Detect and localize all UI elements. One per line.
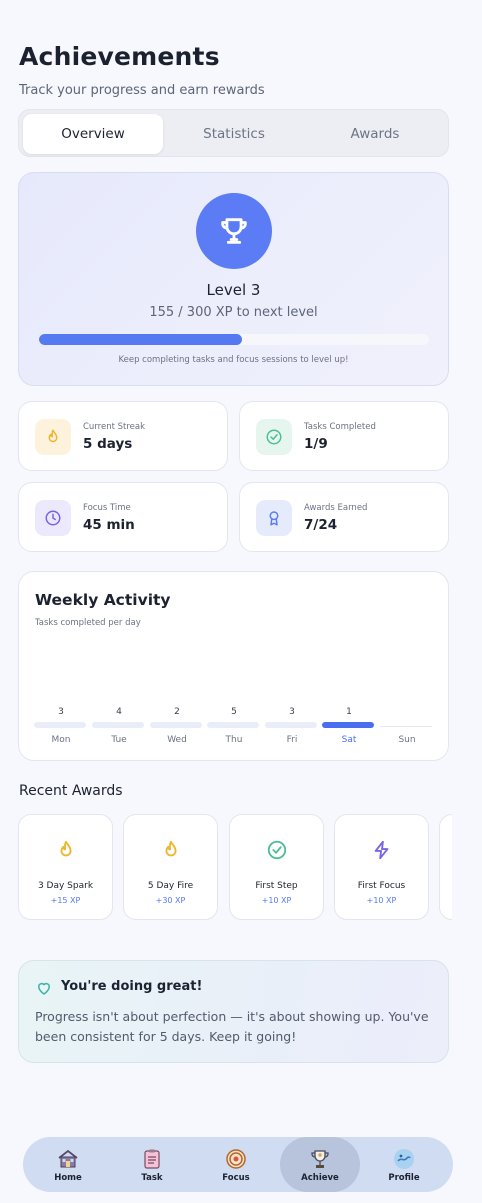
- day-bar: [34, 722, 86, 728]
- stat-label: Current Streak: [83, 422, 146, 432]
- stat-value: 7/24: [304, 517, 338, 533]
- page-title: Achievements: [19, 42, 220, 71]
- award-card[interactable]: First Focus +10 XP: [334, 814, 429, 920]
- day-count: 2: [174, 707, 180, 717]
- weekly-activity-card: Weekly Activity Tasks completed per day …: [18, 571, 449, 761]
- target-icon: [226, 1148, 246, 1169]
- bottom-nav: Home Task Focus Achieve Profile: [23, 1137, 453, 1192]
- award-card[interactable]: 3 Day Spark +15 XP: [18, 814, 113, 920]
- heart-icon: [38, 982, 50, 995]
- day-count: 1: [346, 707, 352, 717]
- day-count: 3: [58, 707, 64, 717]
- recent-awards-carousel[interactable]: 3 Day Spark +15 XP 5 Day Fire +30 XP Fir…: [18, 814, 452, 920]
- day-count: 4: [116, 707, 122, 717]
- weekly-subtitle: Tasks completed per day: [35, 618, 141, 628]
- stat-label: Tasks Completed: [304, 422, 376, 432]
- award-xp: +15 XP: [50, 896, 81, 905]
- trophy-icon: [221, 218, 247, 244]
- day-bar: [322, 722, 374, 728]
- flame-icon: [48, 429, 58, 443]
- day-bar: [92, 722, 144, 728]
- level-title: Level 3: [206, 281, 261, 299]
- level-xp-text: 155 / 300 XP to next level: [149, 305, 318, 320]
- weekly-title: Weekly Activity: [35, 591, 171, 609]
- day-label: Fri: [286, 735, 298, 745]
- nav-home[interactable]: Home: [28, 1137, 108, 1192]
- clock-icon: [45, 510, 61, 526]
- day-label: Sat: [341, 735, 357, 745]
- nav-task[interactable]: Task: [112, 1137, 192, 1192]
- award-name: 3 Day Spark: [37, 881, 94, 891]
- stat-icon-box: [256, 500, 292, 536]
- stat-value: 5 days: [83, 436, 133, 452]
- flame-icon: [60, 840, 71, 857]
- ribbon-icon: [269, 511, 279, 526]
- flame-icon: [165, 840, 176, 857]
- nav-label: Home: [54, 1172, 82, 1183]
- level-hint: Keep completing tasks and focus sessions…: [118, 355, 349, 365]
- award-xp: +10 XP: [366, 896, 397, 905]
- day-label: Tue: [111, 735, 127, 745]
- nav-label: Focus: [222, 1172, 250, 1183]
- day-count: 3: [289, 707, 295, 717]
- level-card: Level 3 155 / 300 XP to next level Keep …: [18, 172, 449, 386]
- day-label: Mon: [51, 735, 71, 745]
- day-label: Sun: [398, 735, 416, 745]
- day-bar: [265, 722, 317, 728]
- stat-label: Focus Time: [83, 503, 131, 513]
- day-bar: [150, 722, 202, 728]
- nav-label: Task: [141, 1172, 163, 1183]
- profile-icon: [394, 1148, 414, 1169]
- encouragement-title: You're doing great!: [61, 979, 203, 994]
- stat-value: 1/9: [304, 436, 328, 452]
- check-circle-icon: [266, 429, 282, 445]
- stat-card-awards[interactable]: Awards Earned 7/24: [239, 482, 449, 552]
- day-label: Wed: [167, 735, 187, 745]
- recent-awards-title: Recent Awards: [19, 783, 123, 799]
- stat-label: Awards Earned: [304, 503, 368, 513]
- award-name: 5 Day Fire: [147, 881, 194, 891]
- page-subtitle: Track your progress and earn rewards: [19, 83, 265, 98]
- nav-focus[interactable]: Focus: [196, 1137, 276, 1192]
- nav-label: Achieve: [301, 1172, 339, 1183]
- stat-icon-box: [256, 419, 292, 455]
- tab-awards[interactable]: Awards: [305, 114, 445, 154]
- day-bar: [207, 722, 259, 728]
- stat-card-tasks[interactable]: Tasks Completed 1/9: [239, 401, 449, 471]
- trophy-icon: [311, 1149, 329, 1168]
- level-badge: [196, 193, 272, 269]
- award-card-partial[interactable]: [439, 814, 452, 920]
- stat-icon-box: [35, 419, 71, 455]
- encouragement-text: Progress isn't about perfection — it's a…: [35, 1009, 429, 1044]
- nav-achieve[interactable]: Achieve: [280, 1137, 360, 1192]
- award-xp: +30 XP: [155, 896, 186, 905]
- stat-card-streak[interactable]: Current Streak 5 days: [18, 401, 228, 471]
- day-bar: [380, 722, 432, 727]
- award-card[interactable]: First Step +10 XP: [229, 814, 324, 920]
- tab-statistics[interactable]: Statistics: [164, 114, 304, 154]
- tab-bar: Overview Statistics Awards: [18, 109, 449, 157]
- day-count: 5: [231, 707, 237, 717]
- nav-profile[interactable]: Profile: [364, 1137, 444, 1192]
- stat-value: 45 min: [83, 517, 135, 533]
- clipboard-icon: [144, 1149, 160, 1169]
- award-name: First Focus: [357, 881, 406, 891]
- tab-overview[interactable]: Overview: [23, 114, 163, 154]
- lightning-icon: [374, 840, 388, 860]
- check-circle-icon: [267, 840, 286, 860]
- award-name: First Step: [255, 881, 298, 891]
- house-icon: [58, 1149, 78, 1167]
- day-label: Thu: [225, 735, 243, 745]
- xp-progress-bar: [39, 334, 429, 345]
- award-card[interactable]: 5 Day Fire +30 XP: [123, 814, 218, 920]
- stat-icon-box: [35, 500, 71, 536]
- nav-label: Profile: [388, 1172, 420, 1183]
- encouragement-card: You're doing great! Progress isn't about…: [18, 960, 449, 1063]
- xp-progress-fill: [39, 334, 242, 345]
- stat-card-focus-time[interactable]: Focus Time 45 min: [18, 482, 228, 552]
- award-xp: +10 XP: [261, 896, 292, 905]
